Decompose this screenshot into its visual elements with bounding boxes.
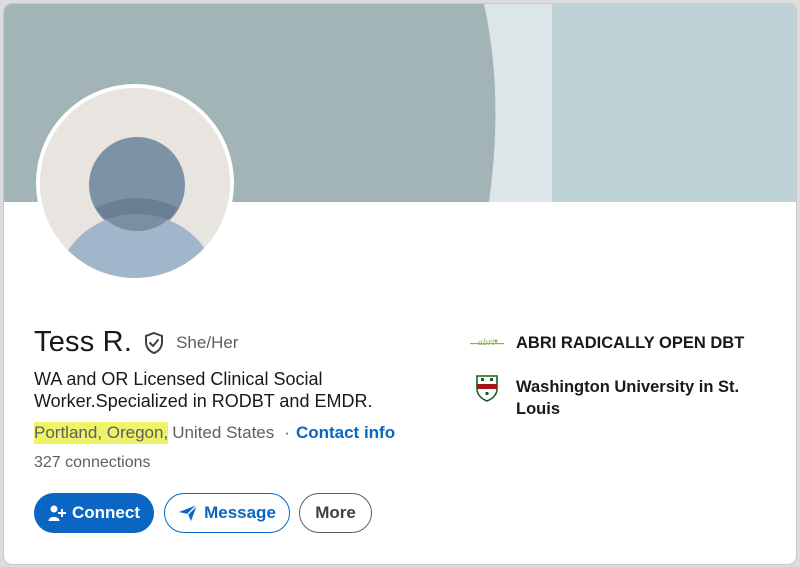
more-label: More (315, 503, 356, 522)
location-country: United States (172, 423, 275, 442)
org-item-washu[interactable]: Washington University in St. Louis (470, 375, 766, 420)
connect-label: Connect (72, 503, 140, 522)
org-name: ABRI RADICALLY OPEN DBT (516, 334, 745, 352)
add-person-icon (48, 504, 66, 522)
more-button[interactable]: More (299, 493, 372, 533)
profile-card: Tess R. She/Her WA and OR Licensed Clini… (4, 4, 796, 564)
contact-info-link[interactable]: Contact info (296, 423, 395, 443)
shield-check-icon[interactable] (142, 331, 166, 355)
washu-shield-logo-icon (470, 375, 504, 402)
svg-text:abri: abri (478, 338, 495, 347)
location-row: Portland, Oregon, United States · Contac… (34, 422, 395, 444)
abri-logo-icon: abri (470, 332, 504, 356)
profile-headline: WA and OR Licensed Clinical Social Worke… (34, 369, 373, 411)
profile-name: Tess R. (34, 326, 133, 358)
connections-count[interactable]: 327 connections (34, 454, 151, 472)
pronouns: She/Her (176, 332, 239, 352)
message-button[interactable]: Message (164, 493, 290, 533)
name-row: Tess R. She/Her (34, 326, 238, 359)
connect-button[interactable]: Connect (34, 493, 154, 533)
location-city-highlighted: Portland, Oregon, (34, 422, 169, 444)
org-item-abri[interactable]: abri ABRI RADICALLY OPEN DBT (470, 332, 766, 356)
org-name: Washington University in St. Louis (516, 378, 740, 418)
separator-dot: · (284, 423, 290, 442)
message-label: Message (204, 503, 276, 522)
send-icon (178, 504, 198, 522)
profile-avatar[interactable] (36, 84, 234, 282)
